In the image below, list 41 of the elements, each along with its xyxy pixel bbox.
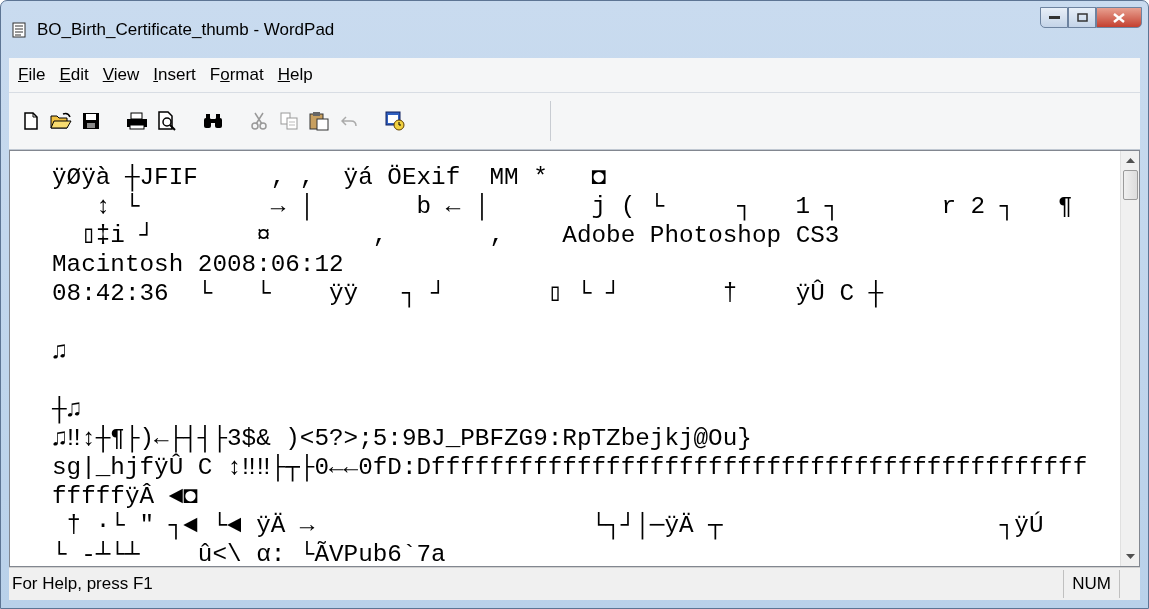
close-icon (1113, 12, 1125, 23)
scroll-down-icon[interactable] (1125, 554, 1135, 559)
text-line: sg|_hjfÿÛ C ↕‼‼├┬├0←←0fD:Dfffffffffffffffffffffffffffffffffffffffffffff (52, 453, 1089, 482)
menu-item[interactable]: Edit (52, 62, 96, 88)
vertical-scrollbar[interactable] (1120, 151, 1139, 566)
maximize-icon (1076, 13, 1088, 22)
text-line: ┼♫ (52, 395, 82, 424)
text-line: † ·└ " ┐◄ └◄ ÿÄ → └┐┘│─ÿÄ ┬ ┐ÿÚ (65, 511, 1045, 540)
num-lock-indicator: NUM (1063, 570, 1120, 598)
minimize-icon (1048, 15, 1060, 20)
printer-icon[interactable] (126, 112, 148, 130)
text-line: Macintosh 2008:06:12 (52, 250, 345, 279)
binoculars-icon[interactable] (203, 113, 223, 129)
scissors-icon[interactable] (251, 112, 267, 130)
text-line: ▯‡i ┘ ¤ , , Adobe Photoshop CS3 (80, 221, 841, 250)
menu-item[interactable]: Help (270, 62, 320, 88)
text-line: └ -┴└┴ û<\ α: └ÃVPub6`7a (52, 540, 447, 566)
open-folder-icon[interactable] (50, 112, 72, 130)
text-line: ÿØÿà ┼JFIF , , ÿá ÖExif MM * ◘ (52, 163, 608, 192)
text-line: ♫ (52, 337, 68, 366)
text-line: ↕ └ → │ b ← │ j ( └ ┐ 1 ┐ r 2 ┐ ¶ (94, 192, 1074, 221)
document-icon[interactable] (11, 21, 27, 38)
calendar-clock-icon[interactable] (385, 111, 405, 131)
minimize-button[interactable] (1040, 7, 1068, 28)
new-document-icon[interactable] (23, 112, 39, 130)
clipboard-icon[interactable] (309, 111, 329, 131)
menu-item[interactable]: Format (202, 62, 271, 88)
scroll-thumb[interactable] (1122, 170, 1138, 200)
close-button[interactable] (1096, 7, 1142, 28)
print-preview-icon[interactable] (157, 111, 177, 131)
menu-item[interactable]: File (11, 62, 53, 88)
menu-item[interactable]: View (95, 62, 147, 88)
window-title: BO_Birth_Certificate_thumb - WordPad (37, 19, 335, 40)
menu-item[interactable]: Insert (146, 62, 203, 88)
text-line: 08:42:36 └ └ ÿÿ ┐ ┘ ▯ └ ┘ † ÿÛ C ┼ (52, 279, 885, 308)
text-line: fffffÿÂ ◄◘ (52, 482, 199, 511)
status-text: For Help, press F1 (11, 574, 154, 594)
maximize-button[interactable] (1068, 7, 1096, 28)
document-area[interactable] (9, 150, 1140, 567)
scroll-up-icon[interactable] (1125, 158, 1135, 163)
text-line: ♫‼↕┼¶├)←├┤┤├3$& )<5?>;5:9BJ_PBFZG9:RpTZbejkj@Ou} (52, 424, 753, 453)
